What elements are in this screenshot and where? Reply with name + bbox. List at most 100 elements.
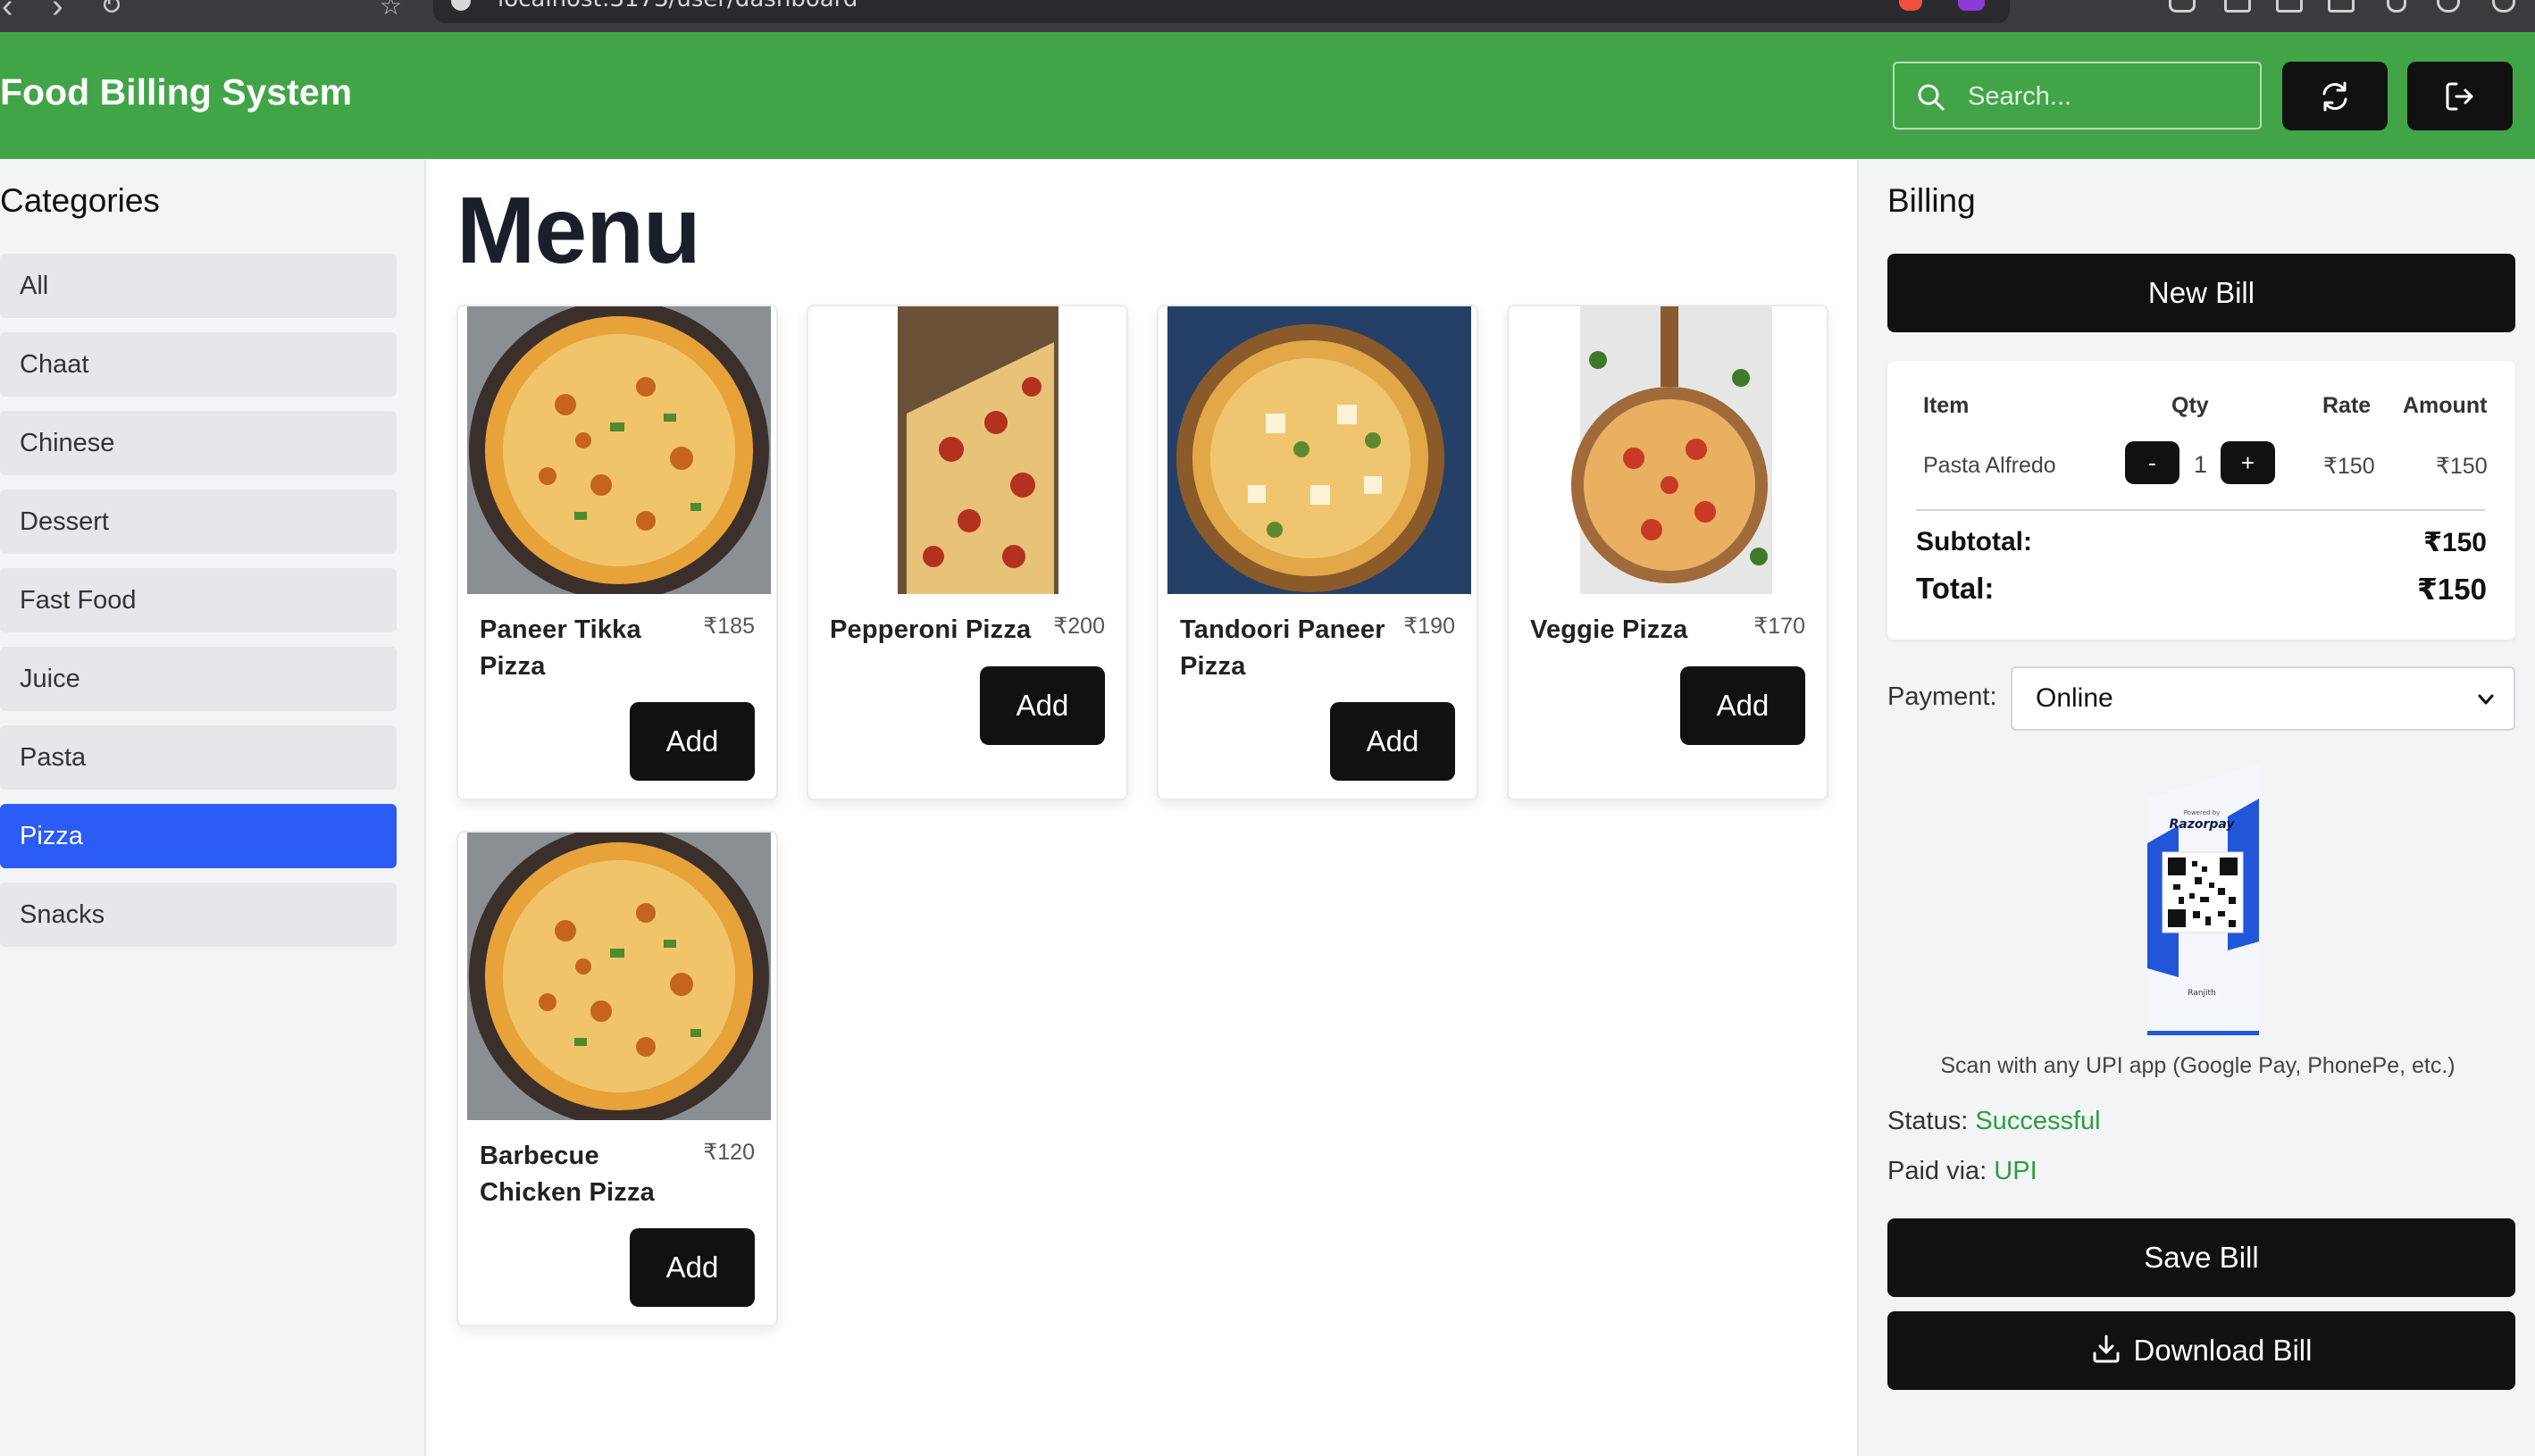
pizza-image (467, 306, 771, 594)
menu-item-price: ₹190 (1403, 614, 1455, 639)
logout-icon (2446, 82, 2473, 111)
payment-status: Status: Successful (1887, 1107, 2101, 1136)
browser-toolbar: ‹ › ↻ ☆ localhost:3173/user/dashboard (0, 0, 2535, 32)
status-label: Status: (1887, 1107, 1969, 1135)
divider (1916, 509, 2485, 511)
payment-selected-value: Online (2036, 683, 2113, 713)
extension-icon[interactable] (2437, 0, 2460, 13)
menu-item-price: ₹120 (703, 1140, 755, 1165)
menu-item-name: Pepperoni Pizza (830, 615, 1032, 644)
category-chaat[interactable]: Chaat (0, 332, 397, 397)
categories-sidebar: Categories All Chaat Chinese Dessert Fas… (0, 159, 426, 1456)
app-header: Food Billing System (0, 32, 2535, 159)
qr-payee-name: Ranjith (2188, 989, 2216, 998)
extension-icon[interactable] (2224, 0, 2251, 13)
refresh-icon (2322, 81, 2347, 112)
category-snacks[interactable]: Snacks (0, 883, 397, 947)
column-header-rate: Rate (2322, 393, 2372, 418)
subtotal-value: ₹150 (2423, 528, 2487, 557)
category-pasta[interactable]: Pasta (0, 725, 397, 790)
refresh-button[interactable] (2282, 62, 2388, 130)
add-button[interactable]: Add (1680, 666, 1805, 745)
logout-button[interactable] (2407, 62, 2513, 130)
new-bill-button[interactable]: New Bill (1887, 254, 2515, 332)
paid-via-label: Paid via: (1887, 1157, 1987, 1185)
paid-via: Paid via: UPI (1887, 1157, 2037, 1186)
bill-item-amount: ₹150 (2436, 454, 2488, 479)
menu-item-name: Barbecue Chicken Pizza (480, 1142, 655, 1207)
search-input[interactable] (1968, 72, 2245, 121)
category-list: All Chaat Chinese Dessert Fast Food Juic… (0, 254, 397, 961)
url-text[interactable]: localhost:3173/user/dashboard (498, 0, 858, 13)
forward-icon[interactable]: › (52, 0, 63, 23)
column-header-amount: Amount (2403, 393, 2488, 418)
search-icon (1918, 84, 1945, 111)
menu-item-price: ₹170 (1753, 614, 1805, 639)
qr-powered-by: Powered by (2184, 809, 2221, 816)
column-header-item: Item (1923, 393, 1970, 418)
categories-heading: Categories (0, 182, 160, 219)
extension-icon[interactable] (2169, 0, 2196, 13)
menu-heading: Menu (456, 178, 701, 283)
menu-item-name: Veggie Pizza (1530, 615, 1688, 644)
scan-instructions: Scan with any UPI app (Google Pay, Phone… (1940, 1053, 2456, 1078)
reload-icon[interactable]: ↻ (100, 0, 122, 20)
back-icon[interactable]: ‹ (2, 0, 13, 23)
add-button[interactable]: Add (1330, 702, 1455, 781)
extension-icon[interactable] (2276, 0, 2303, 13)
add-button[interactable]: Add (630, 702, 755, 781)
add-button[interactable]: Add (980, 666, 1105, 745)
bill-summary: Item Qty Rate Amount Pasta Alfredo - 1 +… (1887, 361, 2515, 640)
pizza-image (817, 306, 1121, 594)
category-pizza[interactable]: Pizza (0, 804, 397, 868)
total-value: ₹150 (2416, 573, 2487, 606)
menu-panel: Menu Paneer Tikka Pizza ₹185 Add Peppero… (428, 159, 1857, 1456)
category-dessert[interactable]: Dessert (0, 490, 397, 554)
column-header-qty: Qty (2171, 393, 2209, 418)
save-bill-button[interactable]: Save Bill (1887, 1218, 2515, 1297)
pizza-image (1167, 306, 1471, 594)
menu-item-name: Paneer Tikka Pizza (480, 615, 641, 681)
extension-icon[interactable] (2492, 0, 2515, 13)
extension-icon[interactable] (2328, 0, 2355, 13)
menu-item-card: Paneer Tikka Pizza ₹185 Add (456, 305, 778, 800)
download-icon (2093, 1335, 2120, 1363)
subtotal-label: Subtotal: (1916, 527, 2032, 556)
payment-method-select[interactable]: Online (2011, 666, 2515, 731)
menu-item-card: Pepperoni Pizza ₹200 Add (807, 305, 1128, 800)
bill-item-name: Pasta Alfredo (1923, 453, 2056, 478)
category-all[interactable]: All (0, 254, 397, 318)
paid-via-value: UPI (1994, 1157, 2037, 1185)
increase-qty-button[interactable]: + (2221, 441, 2275, 484)
category-fast-food[interactable]: Fast Food (0, 568, 397, 632)
category-juice[interactable]: Juice (0, 647, 397, 711)
address-bar[interactable]: localhost:3173/user/dashboard (433, 0, 2010, 23)
search-box[interactable] (1893, 62, 2262, 130)
download-bill-button[interactable]: Download Bill (1887, 1311, 2515, 1390)
menu-item-name: Tandoori Paneer Pizza (1180, 615, 1385, 681)
site-info-icon[interactable] (451, 0, 471, 11)
extension-icon[interactable] (2387, 0, 2406, 13)
bookmark-icon[interactable]: ☆ (380, 0, 402, 20)
extension-icon[interactable] (1958, 0, 1985, 11)
status-value: Successful (1975, 1107, 2101, 1135)
menu-item-price: ₹200 (1053, 614, 1105, 639)
app-title: Food Billing System (0, 71, 353, 113)
razorpay-logo: Razorpay (2169, 817, 2235, 832)
pizza-image (467, 833, 771, 1120)
total-label: Total: (1916, 572, 1995, 605)
billing-heading: Billing (1887, 182, 1976, 219)
add-button[interactable]: Add (630, 1228, 755, 1307)
menu-item-card: Veggie Pizza ₹170 Add (1507, 305, 1828, 800)
upi-qr-code: Powered by Razorpay Ranjith (2147, 763, 2259, 1035)
category-chinese[interactable]: Chinese (0, 411, 397, 475)
pizza-image (1518, 306, 1821, 594)
download-bill-label: Download Bill (2133, 1334, 2313, 1367)
bill-item-rate: ₹150 (2323, 454, 2375, 479)
decrease-qty-button[interactable]: - (2125, 441, 2179, 484)
bill-item-qty: 1 (2194, 451, 2208, 478)
menu-item-card: Tandoori Paneer Pizza ₹190 Add (1157, 305, 1478, 800)
chevron-down-icon (2478, 694, 2494, 705)
menu-item-card: Barbecue Chicken Pizza ₹120 Add (456, 831, 778, 1326)
menu-item-price: ₹185 (703, 614, 755, 639)
